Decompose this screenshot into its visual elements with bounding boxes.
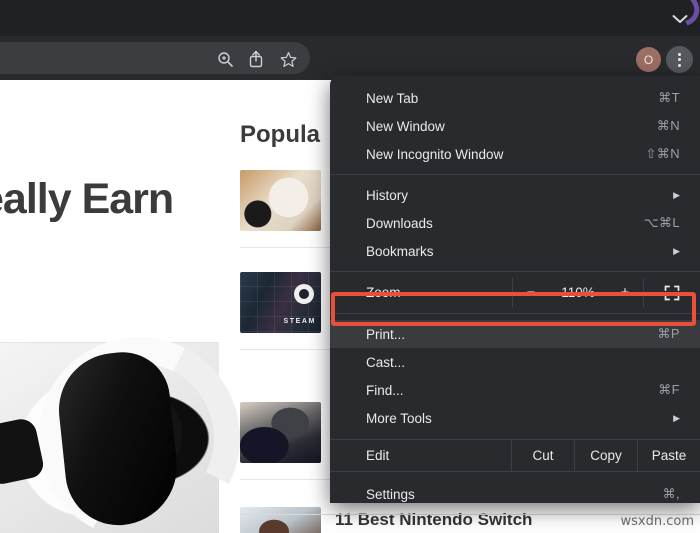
menu-item-settings[interactable]: Settings ⌘, <box>330 480 700 503</box>
browser-toolbar <box>0 36 700 80</box>
menu-item-label: Print... <box>366 327 658 342</box>
article-thumbnail <box>240 170 321 231</box>
popular-heading: Popula <box>240 121 320 149</box>
watermark: wsxdn.com <box>621 514 695 529</box>
menu-item-shortcut: ⌘, <box>663 486 680 502</box>
fullscreen-icon[interactable] <box>644 285 700 301</box>
menu-separator <box>330 271 700 272</box>
edit-label: Edit <box>366 448 511 463</box>
copy-button[interactable]: Copy <box>575 448 637 463</box>
menu-item-shortcut: ⌘T <box>658 90 680 106</box>
menu-separator <box>330 313 700 314</box>
menu-edit-row: Edit Cut Copy Paste <box>330 439 700 472</box>
menu-zoom-row: Zoom − 110% + <box>330 278 700 307</box>
article-thumbnail: STEAM <box>240 272 321 333</box>
menu-item-new-incognito-window[interactable]: New Incognito Window ⇧⌘N <box>330 140 700 168</box>
zoom-label: Zoom <box>366 285 512 300</box>
menu-separator <box>330 174 700 175</box>
menu-item-label: Find... <box>366 383 658 398</box>
cut-button[interactable]: Cut <box>512 448 574 463</box>
menu-item-new-window[interactable]: New Window ⌘N <box>330 112 700 140</box>
chevron-down-icon[interactable] <box>670 10 690 28</box>
steam-logo-icon <box>294 284 314 304</box>
article-thumbnail <box>240 507 321 533</box>
browser-title-bar <box>0 0 700 36</box>
menu-item-shortcut: ⌥⌘L <box>644 215 680 231</box>
menu-item-shortcut: ⌘N <box>657 118 680 134</box>
menu-item-label: New Window <box>366 119 657 134</box>
article-title: 11 Best Nintendo Switch <box>335 509 635 530</box>
menu-item-shortcut: ⌘F <box>658 382 680 398</box>
chevron-right-icon: ▶ <box>673 246 680 257</box>
menu-item-bookmarks[interactable]: Bookmarks ▶ <box>330 237 700 265</box>
list-item[interactable]: 11 Best Nintendo Switch <box>240 507 660 533</box>
menu-item-cast[interactable]: Cast... <box>330 348 700 376</box>
menu-item-label: New Incognito Window <box>366 147 646 162</box>
star-icon[interactable] <box>276 47 300 71</box>
share-icon[interactable] <box>244 47 268 71</box>
three-dot-menu-icon[interactable] <box>666 46 693 73</box>
chrome-main-menu: New Tab ⌘T New Window ⌘N New Incognito W… <box>330 76 700 503</box>
menu-item-label: Cast... <box>366 355 680 370</box>
menu-item-history[interactable]: History ▶ <box>330 181 700 209</box>
page-title: eally Earn <box>0 175 173 224</box>
menu-item-label: Bookmarks <box>366 244 673 259</box>
menu-item-new-tab[interactable]: New Tab ⌘T <box>330 84 700 112</box>
article-thumbnail <box>240 402 321 463</box>
menu-item-find[interactable]: Find... ⌘F <box>330 376 700 404</box>
zoom-out-button[interactable]: − <box>513 284 549 301</box>
menu-item-downloads[interactable]: Downloads ⌥⌘L <box>330 209 700 237</box>
menu-item-label: New Tab <box>366 91 658 106</box>
menu-item-label: History <box>366 188 673 203</box>
menu-item-label: Downloads <box>366 216 644 231</box>
menu-item-label: Settings <box>366 487 663 502</box>
menu-item-print[interactable]: Print... ⌘P <box>330 320 700 348</box>
chevron-right-icon: ▶ <box>673 413 680 424</box>
chevron-right-icon: ▶ <box>673 190 680 201</box>
zoom-level-value: 110% <box>549 285 607 300</box>
zoom-in-icon[interactable] <box>213 47 237 71</box>
menu-item-shortcut: ⇧⌘N <box>646 146 680 162</box>
dot <box>678 53 681 56</box>
avatar-initial: O <box>644 53 653 67</box>
menu-item-label: More Tools <box>366 411 673 426</box>
paste-button[interactable]: Paste <box>638 448 700 463</box>
hero-headphones-image <box>0 342 219 533</box>
zoom-in-button[interactable]: + <box>607 284 643 301</box>
dot <box>678 58 681 61</box>
avatar[interactable]: O <box>636 47 661 72</box>
menu-item-more-tools[interactable]: More Tools ▶ <box>330 404 700 432</box>
dot <box>678 64 681 67</box>
menu-item-shortcut: ⌘P <box>658 326 680 342</box>
